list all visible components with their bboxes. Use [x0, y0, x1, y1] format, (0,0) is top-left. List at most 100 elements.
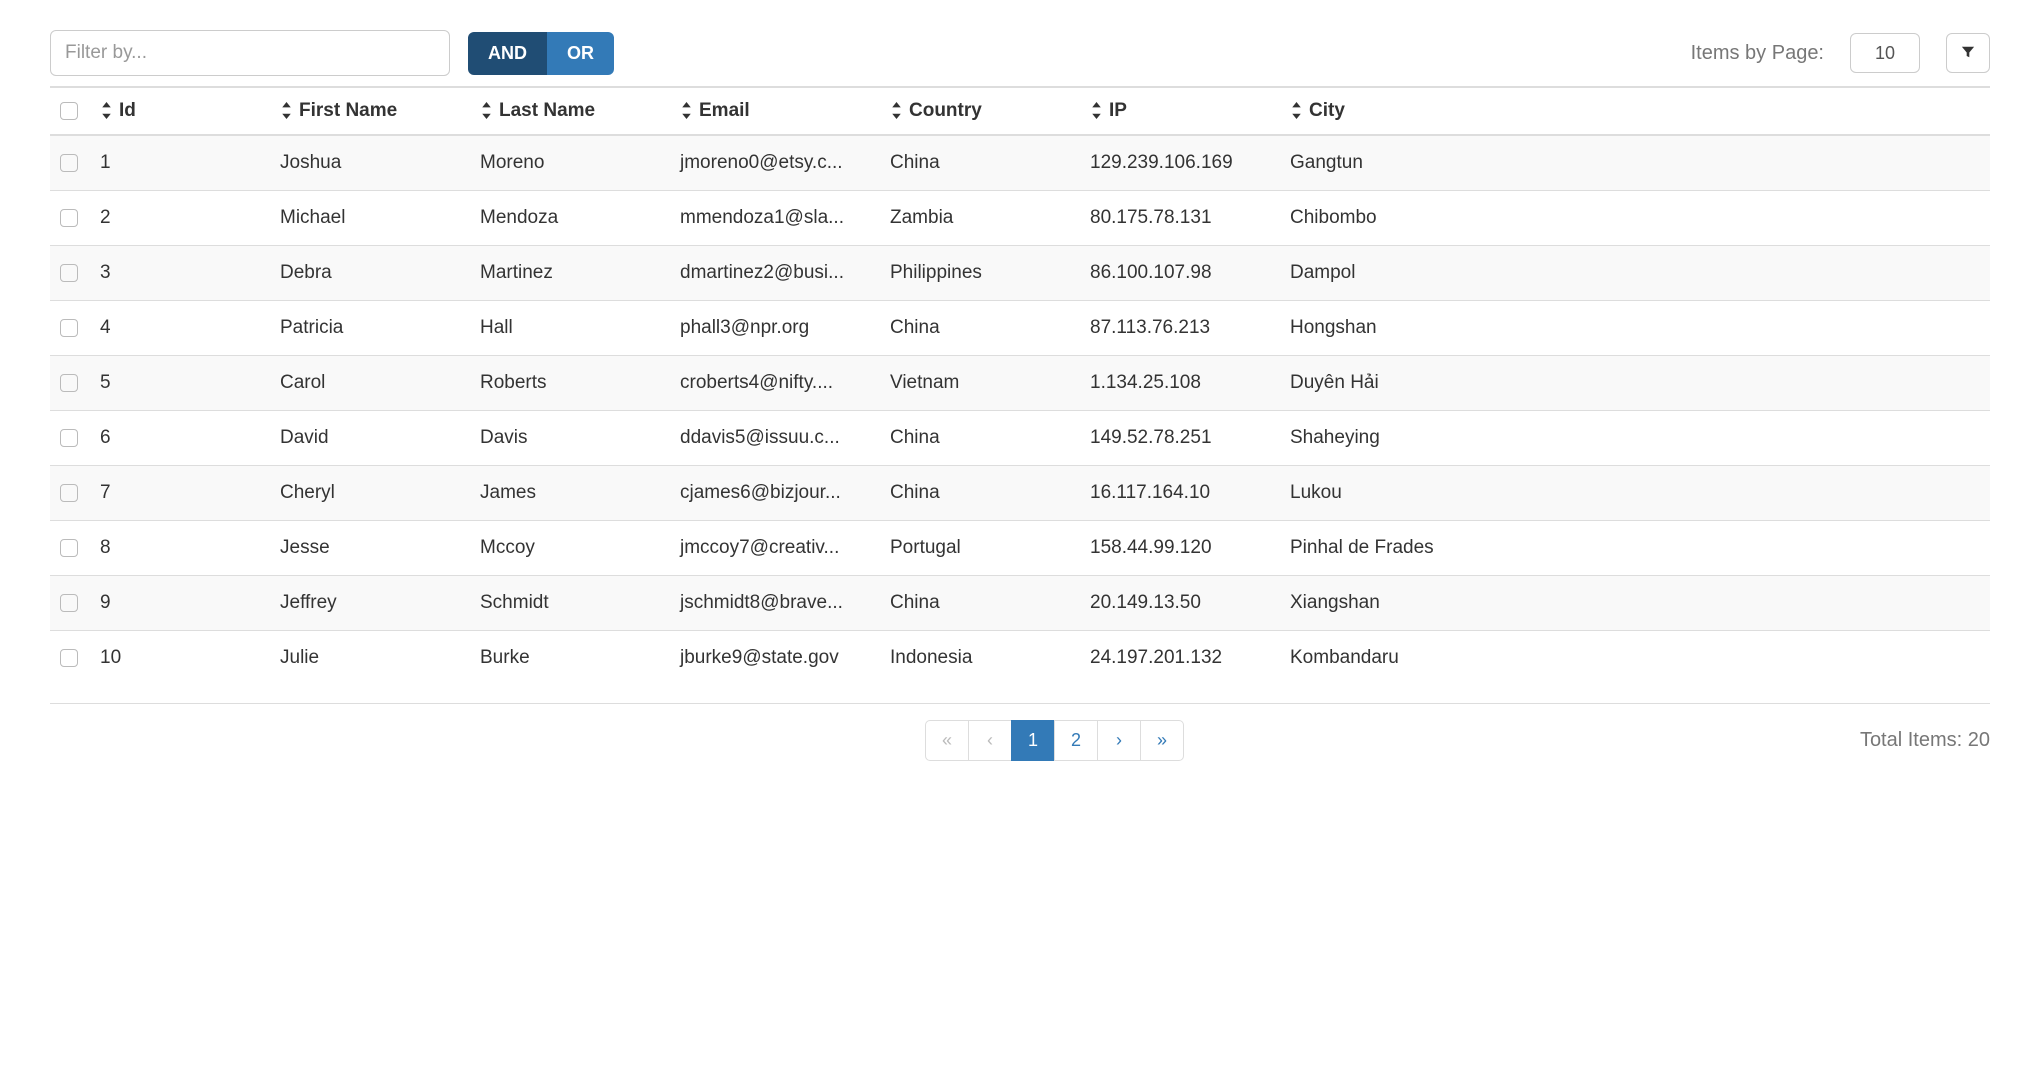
table-row: 1JoshuaMorenojmoreno0@etsy.c...China129.… — [50, 135, 1990, 191]
table-row: 6DavidDavisddavis5@issuu.c...China149.52… — [50, 411, 1990, 466]
cell-ip: 87.113.76.213 — [1080, 301, 1280, 356]
cell-ip: 1.134.25.108 — [1080, 356, 1280, 411]
row-checkbox[interactable] — [60, 264, 78, 282]
filter-input[interactable] — [50, 30, 450, 76]
and-button[interactable]: AND — [468, 32, 547, 75]
row-checkbox[interactable] — [60, 209, 78, 227]
cell-first_name: Jesse — [270, 521, 470, 576]
cell-last_name: Mccoy — [470, 521, 670, 576]
select-all-checkbox[interactable] — [60, 102, 78, 120]
sort-icon — [480, 102, 493, 119]
cell-email: ddavis5@issuu.c... — [670, 411, 880, 466]
cell-email: jmccoy7@creativ... — [670, 521, 880, 576]
row-checkbox-cell — [50, 576, 90, 631]
cell-city: Gangtun — [1280, 135, 1990, 191]
cell-country: China — [880, 466, 1080, 521]
filter-icon — [1961, 45, 1975, 62]
row-checkbox[interactable] — [60, 594, 78, 612]
page-next-button[interactable]: › — [1097, 720, 1141, 761]
column-header-first_name[interactable]: First Name — [270, 87, 470, 135]
cell-country: Indonesia — [880, 631, 1080, 686]
row-checkbox-cell — [50, 521, 90, 576]
table-body: 1JoshuaMorenojmoreno0@etsy.c...China129.… — [50, 135, 1990, 685]
header-checkbox-cell — [50, 87, 90, 135]
cell-ip: 129.239.106.169 — [1080, 135, 1280, 191]
row-checkbox-cell — [50, 411, 90, 466]
header-row: Id First Name Last Name Email CountryIP City — [50, 87, 1990, 135]
cell-id: 4 — [90, 301, 270, 356]
column-header-country[interactable]: Country — [880, 87, 1080, 135]
cell-city: Duyên Hải — [1280, 356, 1990, 411]
cell-last_name: Hall — [470, 301, 670, 356]
cell-email: phall3@npr.org — [670, 301, 880, 356]
cell-country: China — [880, 135, 1080, 191]
row-checkbox[interactable] — [60, 539, 78, 557]
table-row: 8JesseMccoyjmccoy7@creativ...Portugal158… — [50, 521, 1990, 576]
cell-first_name: Carol — [270, 356, 470, 411]
items-per-page-input[interactable] — [1850, 33, 1920, 73]
row-checkbox[interactable] — [60, 374, 78, 392]
table-row: 2MichaelMendozammendoza1@sla...Zambia80.… — [50, 191, 1990, 246]
sort-icon — [680, 102, 693, 119]
sort-icon — [890, 102, 903, 119]
row-checkbox[interactable] — [60, 154, 78, 172]
column-header-city[interactable]: City — [1280, 87, 1990, 135]
row-checkbox-cell — [50, 631, 90, 686]
cell-first_name: Patricia — [270, 301, 470, 356]
column-header-last_name[interactable]: Last Name — [470, 87, 670, 135]
cell-city: Dampol — [1280, 246, 1990, 301]
page-prev-button: ‹ — [968, 720, 1012, 761]
sort-icon — [280, 102, 293, 119]
cell-id: 2 — [90, 191, 270, 246]
table-footer: «‹12›» Total Items: 20 — [50, 703, 1990, 761]
total-items-label: Total Items: 20 — [1860, 729, 1990, 752]
cell-country: Portugal — [880, 521, 1080, 576]
column-label: First Name — [299, 100, 397, 121]
row-checkbox-cell — [50, 466, 90, 521]
cell-last_name: Schmidt — [470, 576, 670, 631]
cell-last_name: Moreno — [470, 135, 670, 191]
pagination: «‹12›» — [926, 720, 1184, 761]
cell-country: Zambia — [880, 191, 1080, 246]
cell-first_name: Debra — [270, 246, 470, 301]
cell-city: Kombandaru — [1280, 631, 1990, 686]
table-row: 5CarolRobertscroberts4@nifty....Vietnam1… — [50, 356, 1990, 411]
cell-city: Xiangshan — [1280, 576, 1990, 631]
row-checkbox-cell — [50, 191, 90, 246]
data-table: IdFirst NameLast NameEmailCountryIPCity … — [50, 86, 1990, 685]
row-checkbox-cell — [50, 301, 90, 356]
column-label: City — [1309, 100, 1345, 121]
cell-last_name: Davis — [470, 411, 670, 466]
page-last-button[interactable]: » — [1140, 720, 1184, 761]
column-header-id[interactable]: Id — [90, 87, 270, 135]
or-button[interactable]: OR — [547, 32, 614, 75]
cell-first_name: Jeffrey — [270, 576, 470, 631]
cell-first_name: Cheryl — [270, 466, 470, 521]
items-per-page-label: Items by Page: — [1691, 42, 1824, 65]
cell-id: 1 — [90, 135, 270, 191]
cell-email: jmoreno0@etsy.c... — [670, 135, 880, 191]
cell-city: Chibombo — [1280, 191, 1990, 246]
cell-id: 9 — [90, 576, 270, 631]
filter-toggle-button[interactable] — [1946, 33, 1990, 73]
page-number-1[interactable]: 1 — [1011, 720, 1055, 761]
column-header-email[interactable]: Email — [670, 87, 880, 135]
table-row: 3DebraMartinezdmartinez2@busi...Philippi… — [50, 246, 1990, 301]
cell-country: Vietnam — [880, 356, 1080, 411]
page-number-2[interactable]: 2 — [1054, 720, 1098, 761]
cell-ip: 80.175.78.131 — [1080, 191, 1280, 246]
cell-city: Hongshan — [1280, 301, 1990, 356]
column-label: Email — [699, 100, 750, 121]
row-checkbox[interactable] — [60, 649, 78, 667]
column-label: Id — [119, 100, 136, 121]
cell-first_name: Michael — [270, 191, 470, 246]
cell-last_name: Martinez — [470, 246, 670, 301]
row-checkbox[interactable] — [60, 429, 78, 447]
row-checkbox[interactable] — [60, 484, 78, 502]
cell-first_name: David — [270, 411, 470, 466]
cell-ip: 86.100.107.98 — [1080, 246, 1280, 301]
column-header-ip[interactable]: IP — [1080, 87, 1280, 135]
row-checkbox[interactable] — [60, 319, 78, 337]
cell-first_name: Joshua — [270, 135, 470, 191]
cell-last_name: Mendoza — [470, 191, 670, 246]
